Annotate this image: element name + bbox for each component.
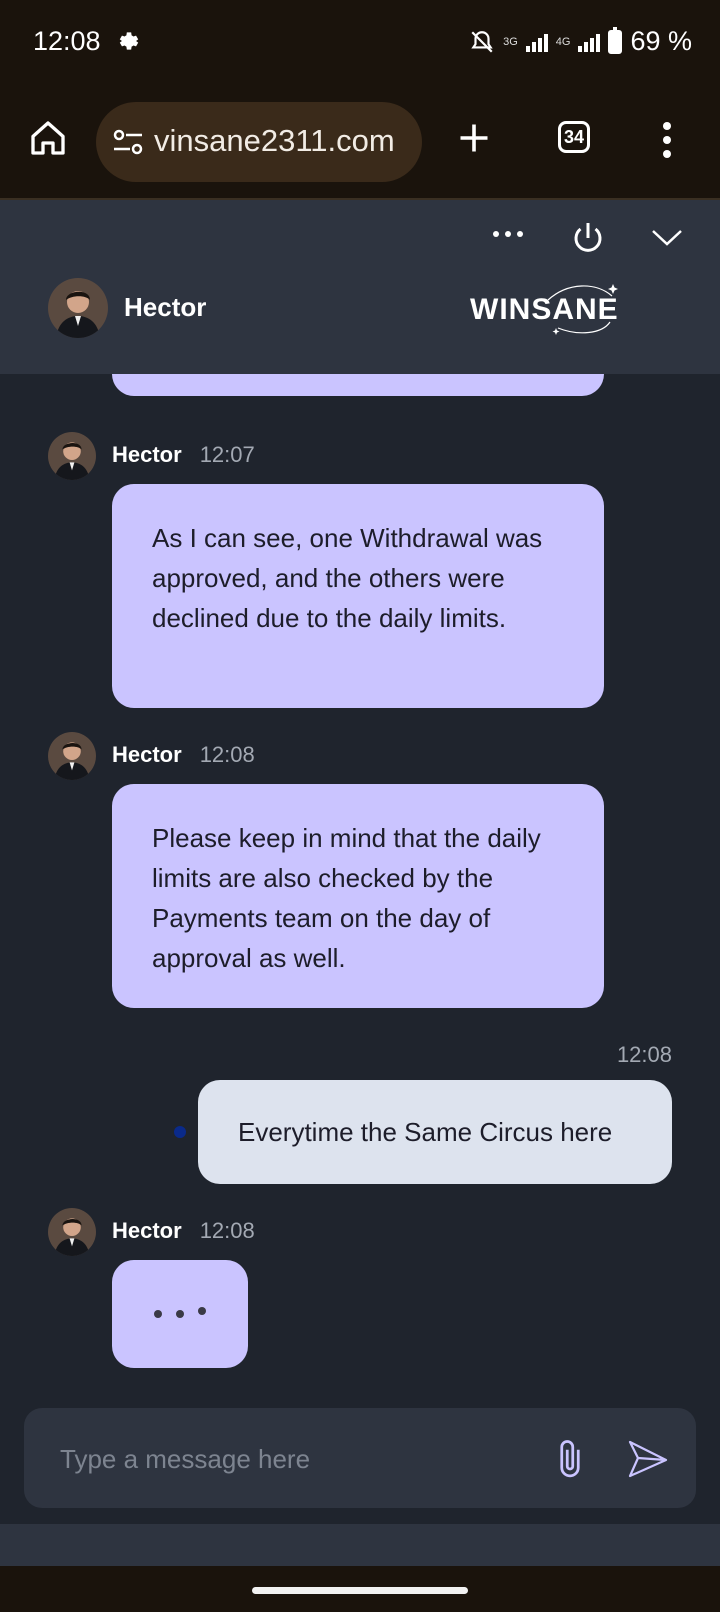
power-icon[interactable] — [570, 220, 606, 256]
status-icons: 3G 4G 69 % — [469, 26, 692, 57]
plus-icon[interactable] — [456, 120, 492, 156]
home-gesture-bar[interactable] — [252, 1587, 468, 1594]
bottom-strip — [0, 1524, 720, 1566]
avatar — [48, 278, 108, 338]
tab-switcher-button[interactable]: 34 — [558, 121, 590, 153]
message-sender: Hector — [112, 1218, 182, 1243]
chat-header: Hector WINSANE — [0, 200, 720, 374]
address-bar[interactable]: vinsane2311.com — [96, 102, 422, 182]
settings-icon — [119, 32, 139, 50]
message-sender: Hector — [112, 742, 182, 767]
paperclip-icon[interactable] — [552, 1436, 588, 1480]
avatar — [48, 1208, 96, 1256]
status-bar: 12:08 3G 4G 69 % — [0, 0, 720, 88]
message-list[interactable]: Hector 12:07 As I can see, one Withdrawa… — [0, 374, 720, 1394]
more-icon[interactable] — [492, 230, 524, 238]
network-3g-label: 3G — [503, 35, 518, 48]
browser-toolbar: vinsane2311.com 34 — [0, 88, 720, 200]
battery-percent: 69 % — [630, 26, 692, 56]
message-time: 12:08 — [199, 742, 255, 767]
svg-text:WINSANE: WINSANE — [470, 293, 619, 326]
avatar — [48, 732, 96, 780]
message-bubble: As I can see, one Withdrawal was approve… — [112, 484, 604, 708]
unread-dot — [174, 1126, 186, 1138]
home-icon[interactable] — [28, 118, 68, 158]
message-input[interactable] — [58, 1436, 522, 1482]
message-time: 12:08 — [199, 1218, 255, 1243]
user-message-bubble: Everytime the Same Circus here — [198, 1080, 672, 1184]
mute-icon — [471, 30, 493, 53]
status-time: 12:08 — [33, 26, 101, 56]
battery-icon — [608, 26, 623, 54]
message-composer — [24, 1408, 696, 1508]
agent-name: Hector — [124, 292, 207, 322]
signal-icon-2 — [578, 32, 601, 52]
network-4g-label: 4G — [555, 35, 571, 48]
message-bubble: Please keep in mind that the daily limit… — [112, 784, 604, 1008]
chevron-down-icon[interactable] — [650, 224, 684, 250]
message-time: 12:08 — [616, 1042, 672, 1067]
send-icon[interactable] — [626, 1438, 670, 1480]
typing-indicator — [112, 1260, 248, 1368]
signal-icon — [525, 32, 548, 52]
message-meta: Hector 12:08 — [112, 742, 255, 768]
message-sender: Hector — [112, 442, 182, 467]
brand-logo: WINSANE — [470, 284, 619, 335]
site-settings-icon[interactable] — [112, 128, 144, 156]
url-text: vinsane2311.com — [154, 123, 395, 158]
system-nav-bar — [0, 1566, 720, 1612]
menu-icon[interactable] — [662, 122, 672, 158]
message-time: 12:07 — [199, 442, 255, 467]
message-meta: Hector 12:07 — [112, 442, 255, 468]
message-bubble-previous — [112, 374, 604, 396]
avatar — [48, 432, 96, 480]
message-meta: Hector 12:08 — [112, 1218, 255, 1244]
